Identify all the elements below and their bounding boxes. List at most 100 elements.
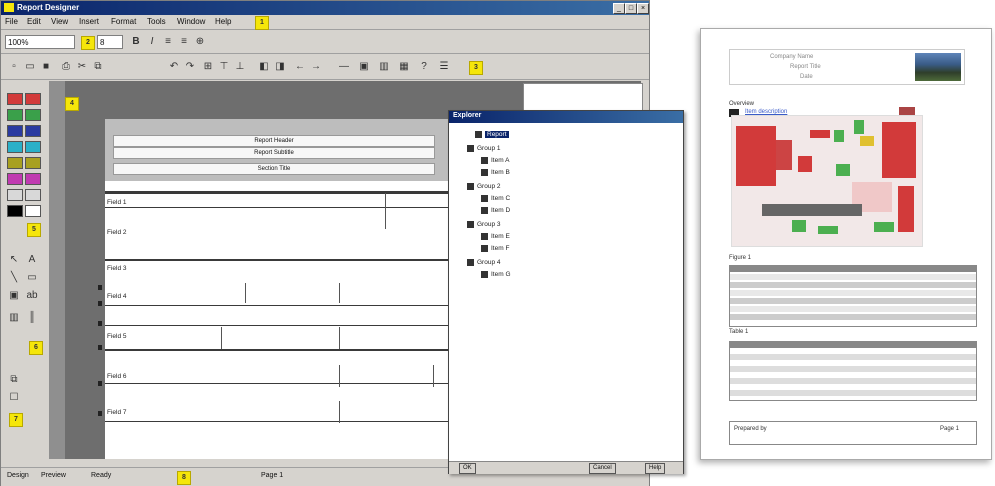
tree-node[interactable]: Item E	[481, 233, 510, 240]
send-back-icon[interactable]: ◨	[273, 60, 287, 74]
field-tool-icon[interactable]: ab	[25, 289, 39, 303]
copy-icon[interactable]: ⧉	[91, 60, 105, 74]
tree-node[interactable]: Group 2	[467, 183, 501, 190]
field-label[interactable]: Field 7	[107, 409, 127, 416]
table-icon[interactable]: ▦	[397, 60, 411, 74]
close-button[interactable]: ×	[637, 3, 649, 14]
menu-file[interactable]: File	[5, 17, 18, 26]
menu-insert[interactable]: Insert	[79, 17, 99, 26]
diagram-pipe	[762, 204, 862, 216]
field-label[interactable]: Field 6	[107, 373, 127, 380]
undo-icon[interactable]: ↶	[167, 60, 181, 74]
font-size-combo[interactable]: 8	[97, 35, 123, 49]
menu-help[interactable]: Help	[215, 17, 231, 26]
font-combo[interactable]: 100%	[5, 35, 75, 49]
tree-node-root[interactable]: Report	[475, 131, 509, 139]
cancel-button[interactable]: Cancel	[589, 463, 616, 474]
color-swatch-white[interactable]	[25, 205, 41, 217]
tree-node[interactable]: Group 4	[467, 259, 501, 266]
designer-titlebar: Report Designer _ □ ×	[1, 1, 649, 15]
bring-front-icon[interactable]: ◧	[257, 60, 271, 74]
table-row	[730, 290, 976, 296]
field-label[interactable]: Field 3	[107, 265, 127, 272]
rectangle-tool-icon[interactable]: ▭	[25, 271, 39, 285]
grid-icon[interactable]: ⊞	[201, 60, 215, 74]
align-bottom-icon[interactable]: ⊥	[233, 60, 247, 74]
callout-marker: 8	[177, 471, 191, 485]
menu-view[interactable]: View	[51, 17, 68, 26]
properties-icon[interactable]: ☰	[437, 60, 451, 74]
redo-icon[interactable]: ↷	[183, 60, 197, 74]
tree-node[interactable]: Group 3	[467, 221, 501, 228]
minimize-button[interactable]: _	[613, 3, 625, 14]
color-swatch-magenta[interactable]	[7, 173, 23, 185]
design-tab[interactable]: Design	[7, 472, 29, 479]
subreport-tool-icon[interactable]: ⧉	[7, 373, 21, 387]
image-icon[interactable]: ▣	[357, 60, 371, 74]
menu-edit[interactable]: Edit	[27, 17, 41, 26]
color-swatch-olive[interactable]	[25, 157, 41, 169]
callout-marker: 1	[255, 16, 269, 30]
color-swatch-blue[interactable]	[25, 125, 41, 137]
arrow-right-icon[interactable]: →	[309, 60, 323, 74]
text-tool-icon[interactable]: A	[25, 253, 39, 267]
arrow-left-icon[interactable]: ←	[293, 60, 307, 74]
field-label[interactable]: Field 2	[107, 229, 127, 236]
line-tool-icon[interactable]: ╲	[7, 271, 21, 285]
bold-icon[interactable]: B	[129, 35, 143, 49]
print-icon[interactable]: ⎙	[59, 60, 73, 74]
save-icon[interactable]: ■	[39, 60, 53, 74]
color-swatch-cyan[interactable]	[25, 141, 41, 153]
menu-format[interactable]: Format	[111, 17, 136, 26]
align-left-icon[interactable]: ≡	[161, 35, 175, 49]
field-label[interactable]: Field 4	[107, 293, 127, 300]
line-icon[interactable]: —	[337, 60, 351, 74]
cut-icon[interactable]: ✂	[75, 60, 89, 74]
maximize-button[interactable]: □	[625, 3, 637, 14]
header-section-box[interactable]: Section Title	[113, 163, 435, 175]
preview-tab[interactable]: Preview	[41, 472, 66, 479]
chart-icon[interactable]: ▥	[377, 60, 391, 74]
italic-icon[interactable]: I	[145, 35, 159, 49]
open-icon[interactable]: ▭	[23, 60, 37, 74]
color-swatch-olive[interactable]	[7, 157, 23, 169]
color-swatch-black[interactable]	[7, 205, 23, 217]
color-swatch-green[interactable]	[25, 109, 41, 121]
tree-node[interactable]: Group 1	[467, 145, 501, 152]
ok-button[interactable]: OK	[459, 463, 476, 474]
align-center-icon[interactable]: ≡	[177, 35, 191, 49]
color-swatch-magenta[interactable]	[25, 173, 41, 185]
zoom-icon[interactable]: ⊕	[193, 35, 207, 49]
field-label[interactable]: Field 5	[107, 333, 127, 340]
picture-tool-icon[interactable]: ▣	[7, 289, 21, 303]
chart-tool-icon[interactable]: ▥	[7, 311, 21, 325]
color-swatch-gray[interactable]	[25, 189, 41, 201]
header-title-box[interactable]: Report Header	[113, 135, 435, 147]
new-icon[interactable]: ▫	[7, 60, 21, 74]
align-top-icon[interactable]: ⊤	[217, 60, 231, 74]
menu-window[interactable]: Window	[177, 17, 205, 26]
tree-node[interactable]: Item A	[481, 157, 509, 164]
color-swatch-red[interactable]	[25, 93, 41, 105]
help-icon[interactable]: ?	[417, 60, 431, 74]
color-swatch-gray[interactable]	[7, 189, 23, 201]
color-swatch-red[interactable]	[7, 93, 23, 105]
tree-node[interactable]: Item C	[481, 195, 510, 202]
color-swatch-blue[interactable]	[7, 125, 23, 137]
help-button[interactable]: Help	[645, 463, 666, 474]
checkbox-tool-icon[interactable]: ☐	[7, 391, 21, 405]
color-swatch-cyan[interactable]	[7, 141, 23, 153]
menu-tools[interactable]: Tools	[147, 17, 166, 26]
tree-node[interactable]: Item F	[481, 245, 509, 252]
barcode-tool-icon[interactable]: ║	[25, 311, 39, 325]
pointer-icon[interactable]: ↖	[7, 253, 21, 267]
document-icon	[481, 207, 488, 214]
diagram-block-green	[854, 120, 864, 134]
color-swatch-green[interactable]	[7, 109, 23, 121]
tree-node[interactable]: Item D	[481, 207, 510, 214]
band-marker	[98, 411, 102, 416]
field-label[interactable]: Field 1	[107, 199, 127, 206]
header-subtitle-box[interactable]: Report Subtitle	[113, 147, 435, 159]
tree-node[interactable]: Item B	[481, 169, 510, 176]
tree-node[interactable]: Item G	[481, 271, 511, 278]
